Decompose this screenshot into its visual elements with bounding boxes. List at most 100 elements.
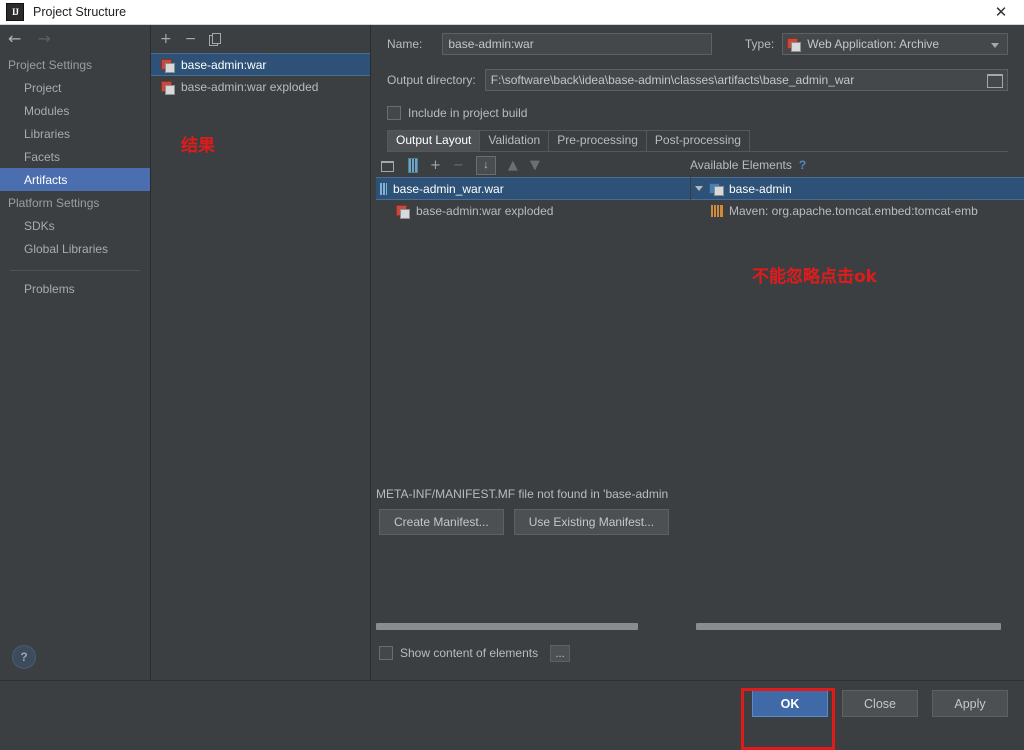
close-button[interactable]: Close: [842, 690, 918, 717]
apply-button[interactable]: Apply: [932, 690, 1008, 717]
artifacts-list-toolbar: + −: [151, 25, 370, 53]
annotation-result: 结果: [181, 136, 215, 156]
output-directory-label: Output directory:: [387, 73, 476, 87]
show-content-checkbox[interactable]: [379, 646, 393, 660]
expander-icon[interactable]: [695, 186, 703, 191]
output-layout-tree: base-admin_war.war base-admin:war explod…: [376, 177, 690, 221]
artifact-list-item-label: base-admin:war: [181, 57, 267, 72]
nav-history-controls: ← →: [0, 25, 150, 53]
artifact-type-value: Web Application: Archive: [807, 37, 940, 51]
tree-row-label: base-admin:war exploded: [416, 203, 554, 218]
available-elements-tree: base-admin Maven: org.apache.tomcat.embe…: [691, 177, 1024, 221]
remove-artifact-icon[interactable]: −: [185, 32, 197, 46]
sidebar-item-label: Global Libraries: [24, 241, 109, 256]
sidebar-item-label: Project: [24, 80, 62, 95]
tabs-underline: [387, 151, 1008, 152]
artifact-details-panel: Name: base-admin:war Type: Web Applicati…: [371, 25, 1024, 681]
copy-artifact-icon[interactable]: [209, 32, 222, 46]
sidebar-item-label: Artifacts: [24, 172, 68, 187]
create-manifest-button[interactable]: Create Manifest...: [379, 509, 504, 535]
name-label: Name:: [387, 37, 423, 51]
show-content-label: Show content of elements: [400, 646, 539, 660]
available-elements-label: Available Elements: [690, 158, 792, 172]
tree-scrollbars: [371, 623, 1024, 633]
tree-row[interactable]: Maven: org.apache.tomcat.embed:tomcat-em…: [691, 200, 1024, 221]
sidebar-item-project[interactable]: Project: [0, 76, 150, 99]
forward-arrow-icon[interactable]: →: [37, 31, 50, 47]
project-structure-dialog: ← → Project Settings Project Modules Lib…: [0, 25, 1024, 750]
manifest-buttons: Create Manifest... Use Existing Manifest…: [371, 509, 1024, 535]
maven-library-icon: [711, 204, 723, 217]
close-icon[interactable]: ✕: [978, 0, 1024, 24]
tree-row[interactable]: base-admin_war.war: [376, 177, 690, 200]
available-elements-header: Available Elements ?: [690, 158, 806, 172]
artifact-name-input[interactable]: base-admin:war: [442, 33, 712, 55]
sidebar-divider: [10, 270, 140, 271]
back-arrow-icon[interactable]: ←: [8, 31, 21, 47]
war-exploded-artifact-icon: [396, 204, 410, 219]
available-tree-hscrollbar[interactable]: [696, 623, 1001, 630]
include-in-build-row[interactable]: Include in project build: [371, 104, 1024, 122]
add-element-icon[interactable]: +: [430, 159, 441, 172]
move-down-icon[interactable]: ▼: [530, 159, 540, 172]
chevron-down-icon: [991, 43, 999, 48]
tab-pre-processing[interactable]: Pre-processing: [548, 130, 647, 151]
dialog-footer: OK Close Apply: [0, 680, 1024, 726]
move-up-icon[interactable]: ▲: [508, 159, 518, 172]
name-type-row: Name: base-admin:war Type: Web Applicati…: [371, 31, 1024, 57]
tab-output-layout[interactable]: Output Layout: [387, 130, 481, 151]
help-icon[interactable]: ?: [12, 645, 36, 669]
artifact-list-item-label: base-admin:war exploded: [181, 79, 319, 94]
sidebar-item-sdks[interactable]: SDKs: [0, 214, 150, 237]
sidebar-item-global-libraries[interactable]: Global Libraries: [0, 237, 150, 260]
type-label: Type:: [744, 37, 775, 51]
artifact-tabs: Output Layout Validation Pre-processing …: [387, 130, 1024, 151]
sidebar-item-artifacts[interactable]: Artifacts: [0, 168, 150, 191]
sidebar-item-libraries[interactable]: Libraries: [0, 122, 150, 145]
include-in-build-checkbox[interactable]: [387, 106, 401, 120]
war-artifact-icon: [161, 58, 175, 73]
dialog-action-buttons: OK Close Apply: [752, 690, 1008, 717]
add-folder-icon[interactable]: [381, 159, 396, 172]
sort-elements-icon[interactable]: ↓: [475, 155, 496, 175]
sidebar-item-label: Problems: [24, 281, 75, 296]
module-icon: [709, 182, 724, 196]
available-elements-help-icon[interactable]: ?: [799, 158, 806, 172]
output-directory-value: F:\software\back\idea\base-admin\classes…: [490, 73, 855, 87]
sidebar-group-project-settings: Project Settings: [8, 58, 93, 72]
output-directory-row: Output directory: F:\software\back\idea\…: [371, 67, 1024, 93]
sidebar-group-platform-settings: Platform Settings: [8, 196, 100, 210]
sidebar-item-problems[interactable]: Problems: [0, 277, 150, 300]
sidebar-item-facets[interactable]: Facets: [0, 145, 150, 168]
tab-validation[interactable]: Validation: [479, 130, 550, 151]
annotation-click-ok: 不能忽略点击ok: [752, 267, 877, 287]
tree-row-label: Maven: org.apache.tomcat.embed:tomcat-em…: [729, 203, 978, 218]
intellij-idea-icon: IJ: [6, 3, 24, 21]
manifest-warning-message: META-INF/MANIFEST.MF file not found in '…: [376, 487, 669, 501]
tree-row[interactable]: base-admin:war exploded: [376, 200, 690, 221]
window-title: Project Structure: [33, 5, 127, 19]
tree-row[interactable]: base-admin: [691, 177, 1024, 200]
add-artifact-icon[interactable]: +: [160, 32, 172, 46]
use-existing-manifest-button[interactable]: Use Existing Manifest...: [513, 509, 670, 535]
sidebar-item-modules[interactable]: Modules: [0, 99, 150, 122]
show-content-row: Show content of elements ...: [371, 643, 571, 663]
war-file-icon: [380, 182, 387, 195]
ok-button[interactable]: OK: [752, 690, 828, 717]
folder-browse-icon[interactable]: [987, 74, 1003, 88]
tab-post-processing[interactable]: Post-processing: [645, 130, 750, 151]
artifact-type-dropdown[interactable]: Web Application: Archive: [782, 33, 1008, 55]
include-in-build-label: Include in project build: [408, 106, 528, 120]
output-directory-input[interactable]: F:\software\back\idea\base-admin\classes…: [484, 69, 1008, 91]
layout-tree-panes: base-admin_war.war base-admin:war explod…: [371, 177, 1024, 485]
remove-element-icon[interactable]: −: [453, 159, 464, 172]
sidebar-item-label: Modules: [24, 103, 70, 118]
output-tree-hscrollbar[interactable]: [376, 623, 638, 630]
artifact-list-item[interactable]: base-admin:war exploded: [151, 76, 370, 97]
show-content-options-button[interactable]: ...: [550, 644, 571, 662]
war-exploded-artifact-icon: [161, 80, 175, 95]
artifact-list-item[interactable]: base-admin:war: [151, 53, 370, 76]
add-archive-icon[interactable]: [408, 157, 418, 173]
sidebar-item-label: Libraries: [24, 126, 71, 141]
settings-sidebar: ← → Project Settings Project Modules Lib…: [0, 25, 151, 681]
